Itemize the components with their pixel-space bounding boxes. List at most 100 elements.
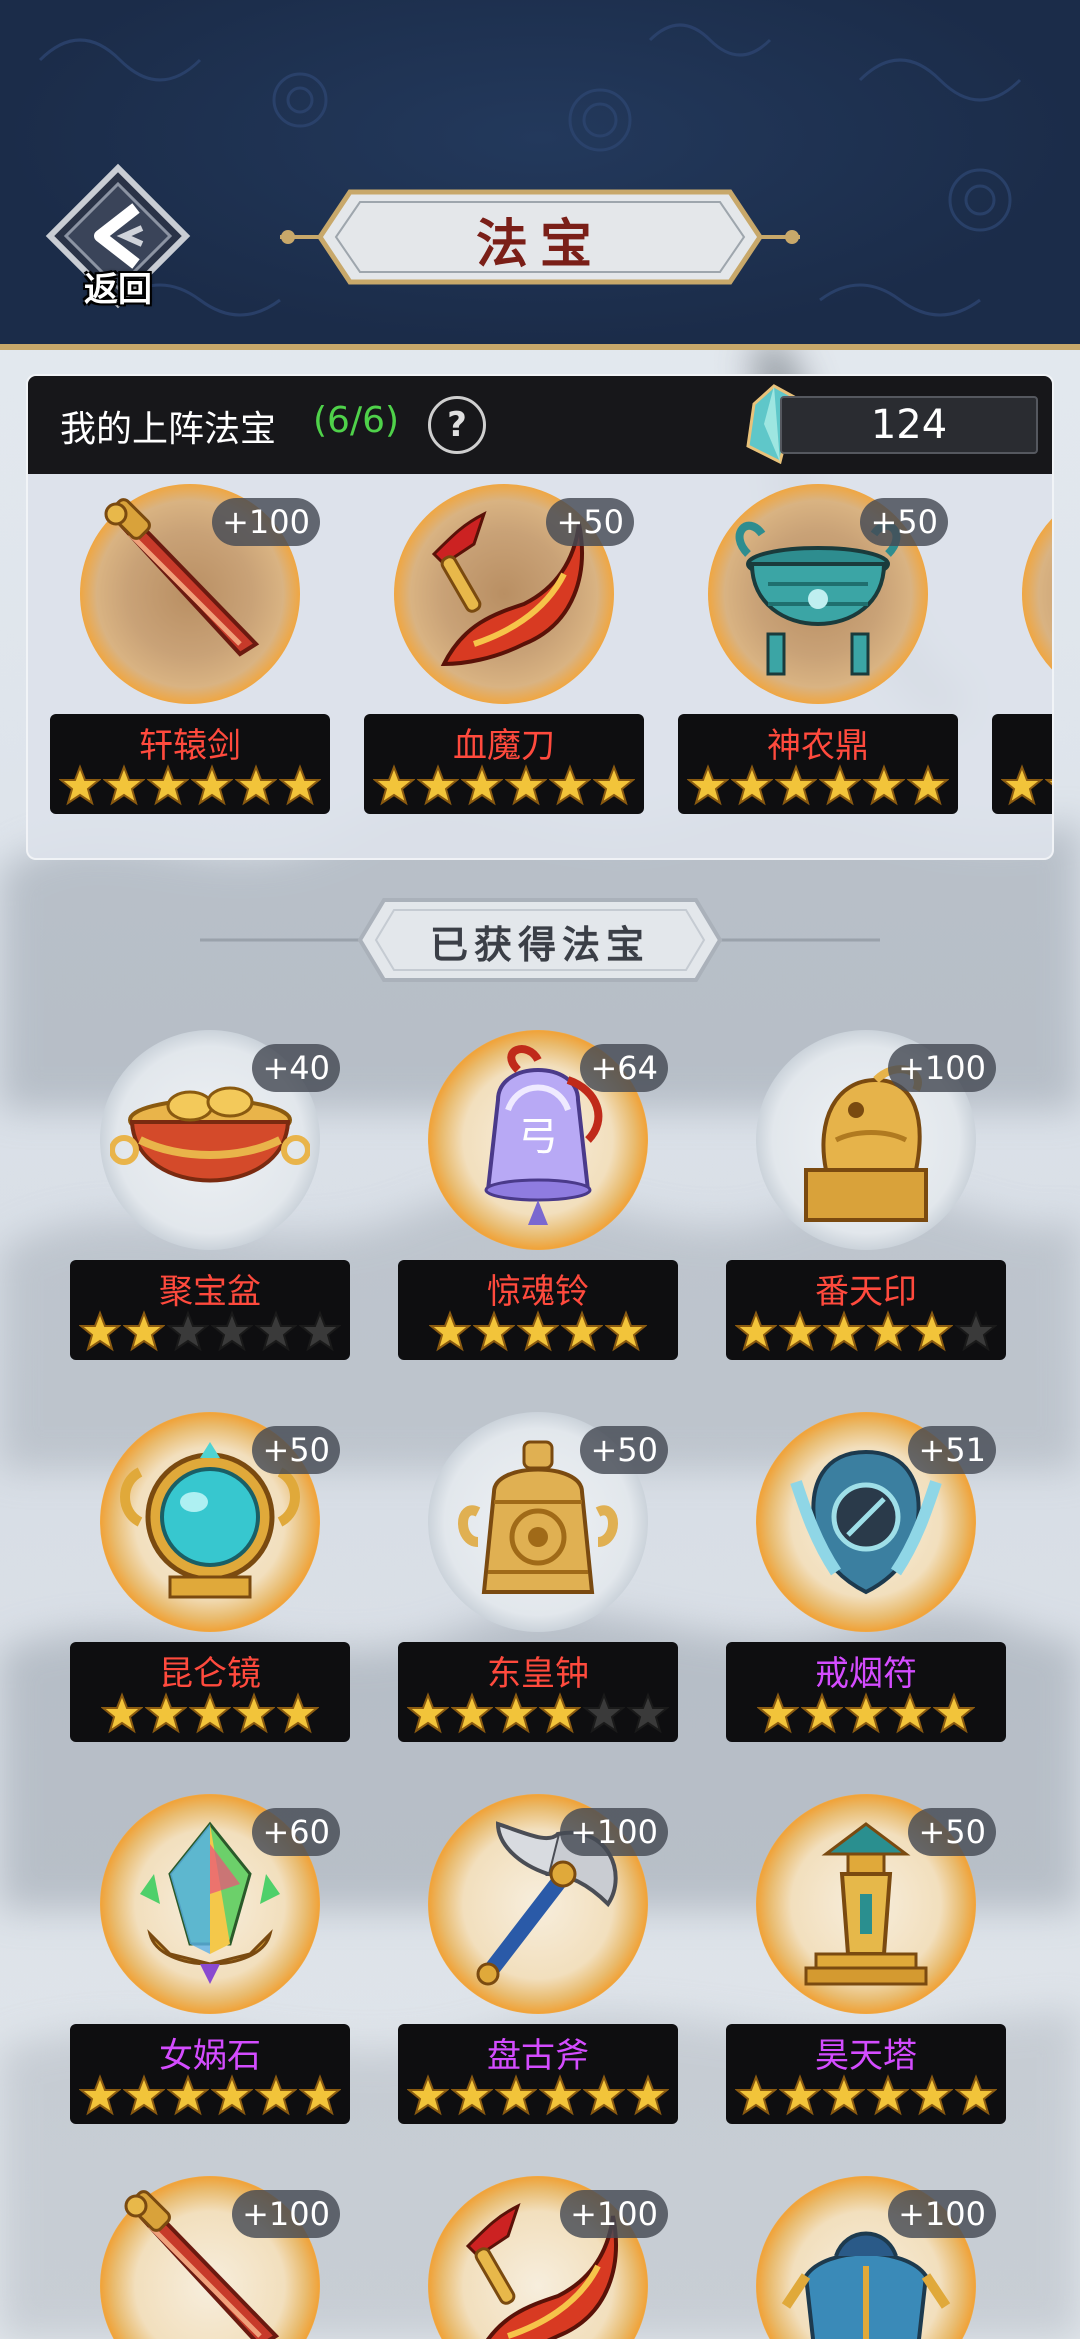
star-filled-icon xyxy=(473,1310,515,1352)
equipped-track[interactable]: +100 轩辕剑 +50 血魔刀 +50 神农鼎 xyxy=(28,474,1052,858)
treasure-card[interactable]: +100 xyxy=(726,2176,1006,2339)
treasure-card[interactable]: 弓 +64 惊魂铃 xyxy=(398,1030,678,1360)
title-plate: 法宝 xyxy=(280,182,800,292)
item-nameplate: 女娲石 xyxy=(70,2024,350,2124)
item-name: 昊天塔 xyxy=(815,2036,917,2076)
star-empty-icon xyxy=(299,1310,341,1352)
item-name: 聚宝盆 xyxy=(159,1272,261,1312)
star-empty-icon xyxy=(955,1310,997,1352)
item-nameplate: 番天印 xyxy=(726,1260,1006,1360)
star-filled-icon xyxy=(757,1692,799,1734)
treasure-card[interactable]: +50 昊天塔 xyxy=(726,1794,1006,2124)
treasure-card[interactable]: +51 戒烟符 xyxy=(726,1412,1006,1742)
svg-text:弓: 弓 xyxy=(518,1114,558,1160)
back-label: 返回 xyxy=(84,270,152,310)
star-filled-icon xyxy=(779,2074,821,2116)
star-filled-icon xyxy=(255,2074,297,2116)
treasure-card[interactable]: +50 东皇钟 xyxy=(398,1412,678,1742)
item-nameplate: 聚宝盆 xyxy=(70,1260,350,1360)
star-filled-icon xyxy=(299,2074,341,2116)
star-filled-icon xyxy=(731,764,773,806)
star-filled-icon xyxy=(1001,764,1043,806)
item-name: 东皇钟 xyxy=(487,1654,589,1694)
star-rating xyxy=(726,2074,1006,2116)
equipped-label: 我的上阵法宝 xyxy=(60,409,277,450)
bonus-badge: +100 xyxy=(560,2190,668,2238)
treasure-card[interactable]: +100 xyxy=(398,2176,678,2339)
star-filled-icon xyxy=(461,764,503,806)
star-filled-icon xyxy=(103,764,145,806)
star-filled-icon xyxy=(189,1692,231,1734)
star-filled-icon xyxy=(687,764,729,806)
equipped-panel: 我的上阵法宝 (6/6) ? 124 +100 轩辕剑 +50 血魔刀 +50 神农鼎 xyxy=(26,374,1054,860)
star-rating xyxy=(992,764,1052,806)
help-button[interactable]: ? xyxy=(428,396,486,454)
treasure-card-partial[interactable] xyxy=(992,484,1052,814)
item-name: 戒烟符 xyxy=(815,1654,917,1694)
item-nameplate: 神农鼎 xyxy=(678,714,958,814)
item-nameplate: 盘古斧 xyxy=(398,2024,678,2124)
bonus-badge: +100 xyxy=(888,1044,996,1092)
treasure-card[interactable]: +100 番天印 xyxy=(726,1030,1006,1360)
item-halo xyxy=(1022,484,1052,704)
star-filled-icon xyxy=(59,764,101,806)
star-filled-icon xyxy=(145,1692,187,1734)
bonus-badge: +100 xyxy=(212,498,320,546)
bonus-badge: +100 xyxy=(560,1808,668,1856)
star-filled-icon xyxy=(823,1310,865,1352)
bonus-badge: +60 xyxy=(252,1808,340,1856)
equipped-count: (6/6) xyxy=(313,400,400,441)
star-filled-icon xyxy=(911,1310,953,1352)
treasure-card[interactable]: +50 昆仑镜 xyxy=(70,1412,350,1742)
star-filled-icon xyxy=(819,764,861,806)
obtained-title: 已获得法宝 xyxy=(429,922,650,967)
star-filled-icon xyxy=(233,1692,275,1734)
star-filled-icon xyxy=(823,2074,865,2116)
item-nameplate: 轩辕剑 xyxy=(50,714,330,814)
star-rating xyxy=(398,1310,678,1352)
star-filled-icon xyxy=(417,764,459,806)
page-title: 法宝 xyxy=(475,214,604,275)
bonus-badge: +64 xyxy=(580,1044,668,1092)
item-name: 神农鼎 xyxy=(767,726,869,766)
star-filled-icon xyxy=(735,2074,777,2116)
item-nameplate xyxy=(992,714,1052,814)
star-filled-icon xyxy=(495,1692,537,1734)
treasure-card[interactable]: +50 血魔刀 xyxy=(364,484,644,814)
star-rating xyxy=(70,2074,350,2116)
treasure-card[interactable]: +50 神农鼎 xyxy=(678,484,958,814)
star-rating xyxy=(726,1310,1006,1352)
star-rating xyxy=(70,1310,350,1352)
star-rating xyxy=(726,1692,1006,1734)
star-empty-icon xyxy=(583,1692,625,1734)
bonus-badge: +100 xyxy=(888,2190,996,2238)
star-filled-icon xyxy=(863,764,905,806)
star-filled-icon xyxy=(407,2074,449,2116)
item-nameplate: 昊天塔 xyxy=(726,2024,1006,2124)
star-empty-icon xyxy=(627,1692,669,1734)
item-name: 盘古斧 xyxy=(487,2036,589,2076)
star-filled-icon xyxy=(517,1310,559,1352)
star-rating xyxy=(398,2074,678,2116)
back-button[interactable]: 返回 xyxy=(44,162,192,310)
star-filled-icon xyxy=(605,1310,647,1352)
treasure-card[interactable]: +100 xyxy=(70,2176,350,2339)
treasure-card[interactable]: +60 女娲石 xyxy=(70,1794,350,2124)
star-filled-icon xyxy=(539,2074,581,2116)
star-empty-icon xyxy=(211,1310,253,1352)
treasure-card[interactable]: +100 盘古斧 xyxy=(398,1794,678,2124)
item-nameplate: 惊魂铃 xyxy=(398,1260,678,1360)
star-filled-icon xyxy=(889,1692,931,1734)
bonus-badge: +50 xyxy=(908,1808,996,1856)
star-filled-icon xyxy=(561,1310,603,1352)
star-filled-icon xyxy=(279,764,321,806)
star-filled-icon xyxy=(505,764,547,806)
bonus-badge: +40 xyxy=(252,1044,340,1092)
treasure-card[interactable]: +40 聚宝盆 xyxy=(70,1030,350,1360)
item-nameplate: 昆仑镜 xyxy=(70,1642,350,1742)
item-nameplate: 戒烟符 xyxy=(726,1642,1006,1742)
star-filled-icon xyxy=(735,1310,777,1352)
treasure-card[interactable]: +100 轩辕剑 xyxy=(50,484,330,814)
star-filled-icon xyxy=(451,2074,493,2116)
item-name: 番天印 xyxy=(815,1272,917,1312)
